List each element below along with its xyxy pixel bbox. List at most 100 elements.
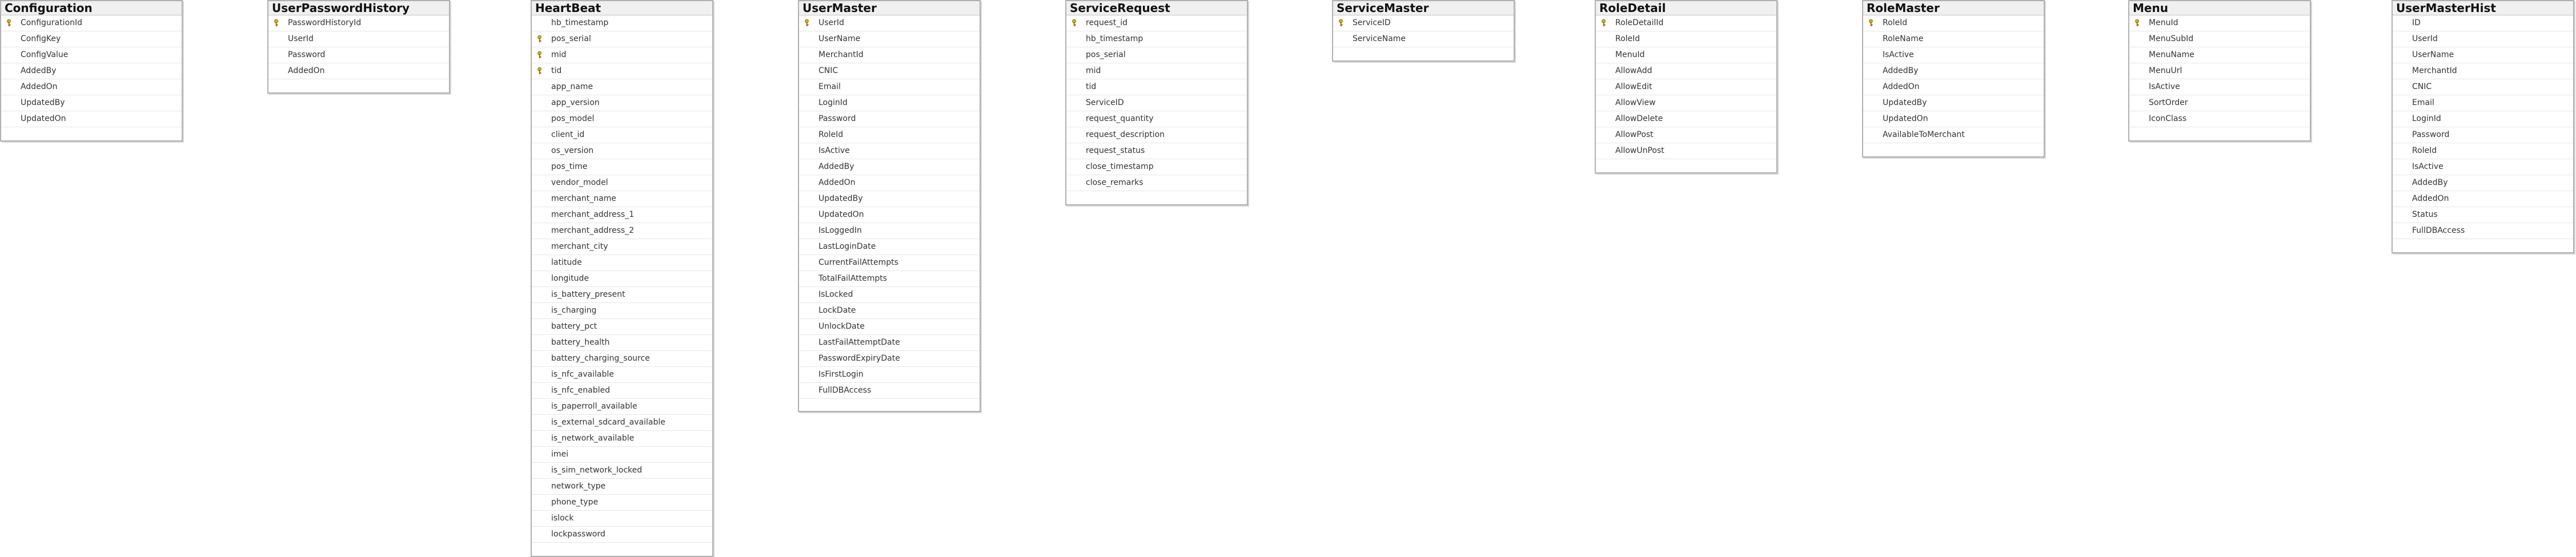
- column-row[interactable]: hb_timestamp: [1066, 31, 1247, 47]
- column-row[interactable]: UserId: [268, 31, 449, 47]
- column-row[interactable]: close_timestamp: [1066, 159, 1247, 175]
- column-row[interactable]: battery_health: [532, 335, 712, 351]
- column-row[interactable]: ServiceID: [1066, 95, 1247, 111]
- column-row[interactable]: UpdatedBy: [1863, 95, 2044, 111]
- column-row[interactable]: MenuId: [2129, 15, 2310, 31]
- column-row[interactable]: Password: [2393, 127, 2573, 143]
- column-row[interactable]: IsActive: [2129, 79, 2310, 95]
- column-row[interactable]: battery_pct: [532, 319, 712, 335]
- column-row[interactable]: mid: [1066, 63, 1247, 79]
- column-row[interactable]: LastFailAttemptDate: [799, 335, 980, 351]
- column-row[interactable]: request_description: [1066, 127, 1247, 143]
- column-row[interactable]: MenuName: [2129, 47, 2310, 63]
- table-heartbeat[interactable]: HeartBeat hb_timestamp pos_serial mid tid ap…: [531, 0, 713, 557]
- column-row[interactable]: close_remarks: [1066, 175, 1247, 191]
- column-row[interactable]: client_id: [532, 127, 712, 143]
- column-row[interactable]: UserId: [2393, 31, 2573, 47]
- column-row[interactable]: LockDate: [799, 303, 980, 319]
- column-row[interactable]: AddedOn: [2393, 191, 2573, 207]
- table-roledetail[interactable]: RoleDetail RoleDetailId RoleId MenuId Allow…: [1595, 0, 1777, 173]
- column-row[interactable]: CNIC: [2393, 79, 2573, 95]
- column-row[interactable]: LastLoginDate: [799, 239, 980, 255]
- column-row[interactable]: Email: [2393, 95, 2573, 111]
- table-usermaster[interactable]: UserMaster UserId UserName MerchantId CNIC E…: [798, 0, 981, 412]
- column-row[interactable]: LoginId: [799, 95, 980, 111]
- column-row[interactable]: merchant_name: [532, 191, 712, 207]
- column-row[interactable]: AddedBy: [2393, 175, 2573, 191]
- column-row[interactable]: is_external_sdcard_available: [532, 415, 712, 431]
- column-row[interactable]: Password: [268, 47, 449, 63]
- column-row[interactable]: RoleId: [2393, 143, 2573, 159]
- column-row[interactable]: AllowUnPost: [1596, 143, 1776, 159]
- column-row[interactable]: vendor_model: [532, 175, 712, 191]
- column-row[interactable]: is_network_available: [532, 431, 712, 447]
- column-row[interactable]: request_quantity: [1066, 111, 1247, 127]
- column-row[interactable]: AddedBy: [1, 63, 182, 79]
- table-usermasterhist[interactable]: UserMasterHist ID UserId UserName MerchantI…: [2392, 0, 2574, 253]
- column-row[interactable]: MerchantId: [799, 47, 980, 63]
- column-row[interactable]: SortOrder: [2129, 95, 2310, 111]
- column-row[interactable]: Status: [2393, 207, 2573, 223]
- column-row[interactable]: TotalFailAttempts: [799, 271, 980, 287]
- column-row[interactable]: tid: [532, 63, 712, 79]
- column-row[interactable]: IsLoggedIn: [799, 223, 980, 239]
- column-row[interactable]: UserName: [2393, 47, 2573, 63]
- table-servicemaster[interactable]: ServiceMaster ServiceID ServiceName: [1332, 0, 1515, 62]
- column-row[interactable]: UpdatedOn: [1, 111, 182, 127]
- column-row[interactable]: FullDBAccess: [2393, 223, 2573, 239]
- table-configuration[interactable]: Configuration ConfigurationId ConfigKey Co…: [0, 0, 183, 142]
- column-row[interactable]: CNIC: [799, 63, 980, 79]
- column-row[interactable]: AddedBy: [1863, 63, 2044, 79]
- column-row[interactable]: is_nfc_available: [532, 367, 712, 383]
- column-row[interactable]: IconClass: [2129, 111, 2310, 127]
- column-row[interactable]: is_sim_network_locked: [532, 463, 712, 479]
- column-row[interactable]: IsFirstLogin: [799, 367, 980, 383]
- column-row[interactable]: is_nfc_enabled: [532, 383, 712, 399]
- column-row[interactable]: RoleId: [1863, 15, 2044, 31]
- column-row[interactable]: UpdatedOn: [1863, 111, 2044, 127]
- column-row[interactable]: UnlockDate: [799, 319, 980, 335]
- column-row[interactable]: PasswordHistoryId: [268, 15, 449, 31]
- column-row[interactable]: latitude: [532, 255, 712, 271]
- column-row[interactable]: UpdatedOn: [799, 207, 980, 223]
- column-row[interactable]: merchant_address_2: [532, 223, 712, 239]
- column-row[interactable]: FullDBAccess: [799, 383, 980, 399]
- column-row[interactable]: UpdatedBy: [1, 95, 182, 111]
- column-row[interactable]: IsActive: [2393, 159, 2573, 175]
- column-row[interactable]: hb_timestamp: [532, 15, 712, 31]
- column-row[interactable]: AddedOn: [1, 79, 182, 95]
- column-row[interactable]: AvailableToMerchant: [1863, 127, 2044, 143]
- column-row[interactable]: MenuUrl: [2129, 63, 2310, 79]
- column-row[interactable]: UserId: [799, 15, 980, 31]
- column-row[interactable]: AddedOn: [268, 63, 449, 79]
- column-row[interactable]: merchant_city: [532, 239, 712, 255]
- column-row[interactable]: os_version: [532, 143, 712, 159]
- column-row[interactable]: pos_model: [532, 111, 712, 127]
- column-row[interactable]: ServiceID: [1333, 15, 1514, 31]
- column-row[interactable]: AllowPost: [1596, 127, 1776, 143]
- column-row[interactable]: network_type: [532, 479, 712, 495]
- column-row[interactable]: RoleName: [1863, 31, 2044, 47]
- column-row[interactable]: UserName: [799, 31, 980, 47]
- column-row[interactable]: PasswordExpiryDate: [799, 351, 980, 367]
- column-row[interactable]: CurrentFailAttempts: [799, 255, 980, 271]
- column-row[interactable]: lockpassword: [532, 527, 712, 543]
- column-row[interactable]: merchant_address_1: [532, 207, 712, 223]
- column-row[interactable]: Email: [799, 79, 980, 95]
- column-row[interactable]: IsActive: [799, 143, 980, 159]
- column-row[interactable]: app_name: [532, 79, 712, 95]
- column-row[interactable]: LoginId: [2393, 111, 2573, 127]
- column-row[interactable]: is_charging: [532, 303, 712, 319]
- column-row[interactable]: longitude: [532, 271, 712, 287]
- column-row[interactable]: request_status: [1066, 143, 1247, 159]
- table-rolemaster[interactable]: RoleMaster RoleId RoleName IsActive AddedBy…: [1862, 0, 2045, 158]
- column-row[interactable]: pos_time: [532, 159, 712, 175]
- table-menu[interactable]: Menu MenuId MenuSubId MenuName MenuUrl IsAct…: [2128, 0, 2311, 142]
- column-row[interactable]: is_battery_present: [532, 287, 712, 303]
- column-row[interactable]: ConfigValue: [1, 47, 182, 63]
- column-row[interactable]: RoleId: [1596, 31, 1776, 47]
- column-row[interactable]: AddedOn: [1863, 79, 2044, 95]
- column-row[interactable]: RoleId: [799, 127, 980, 143]
- column-row[interactable]: AllowEdit: [1596, 79, 1776, 95]
- column-row[interactable]: AddedBy: [799, 159, 980, 175]
